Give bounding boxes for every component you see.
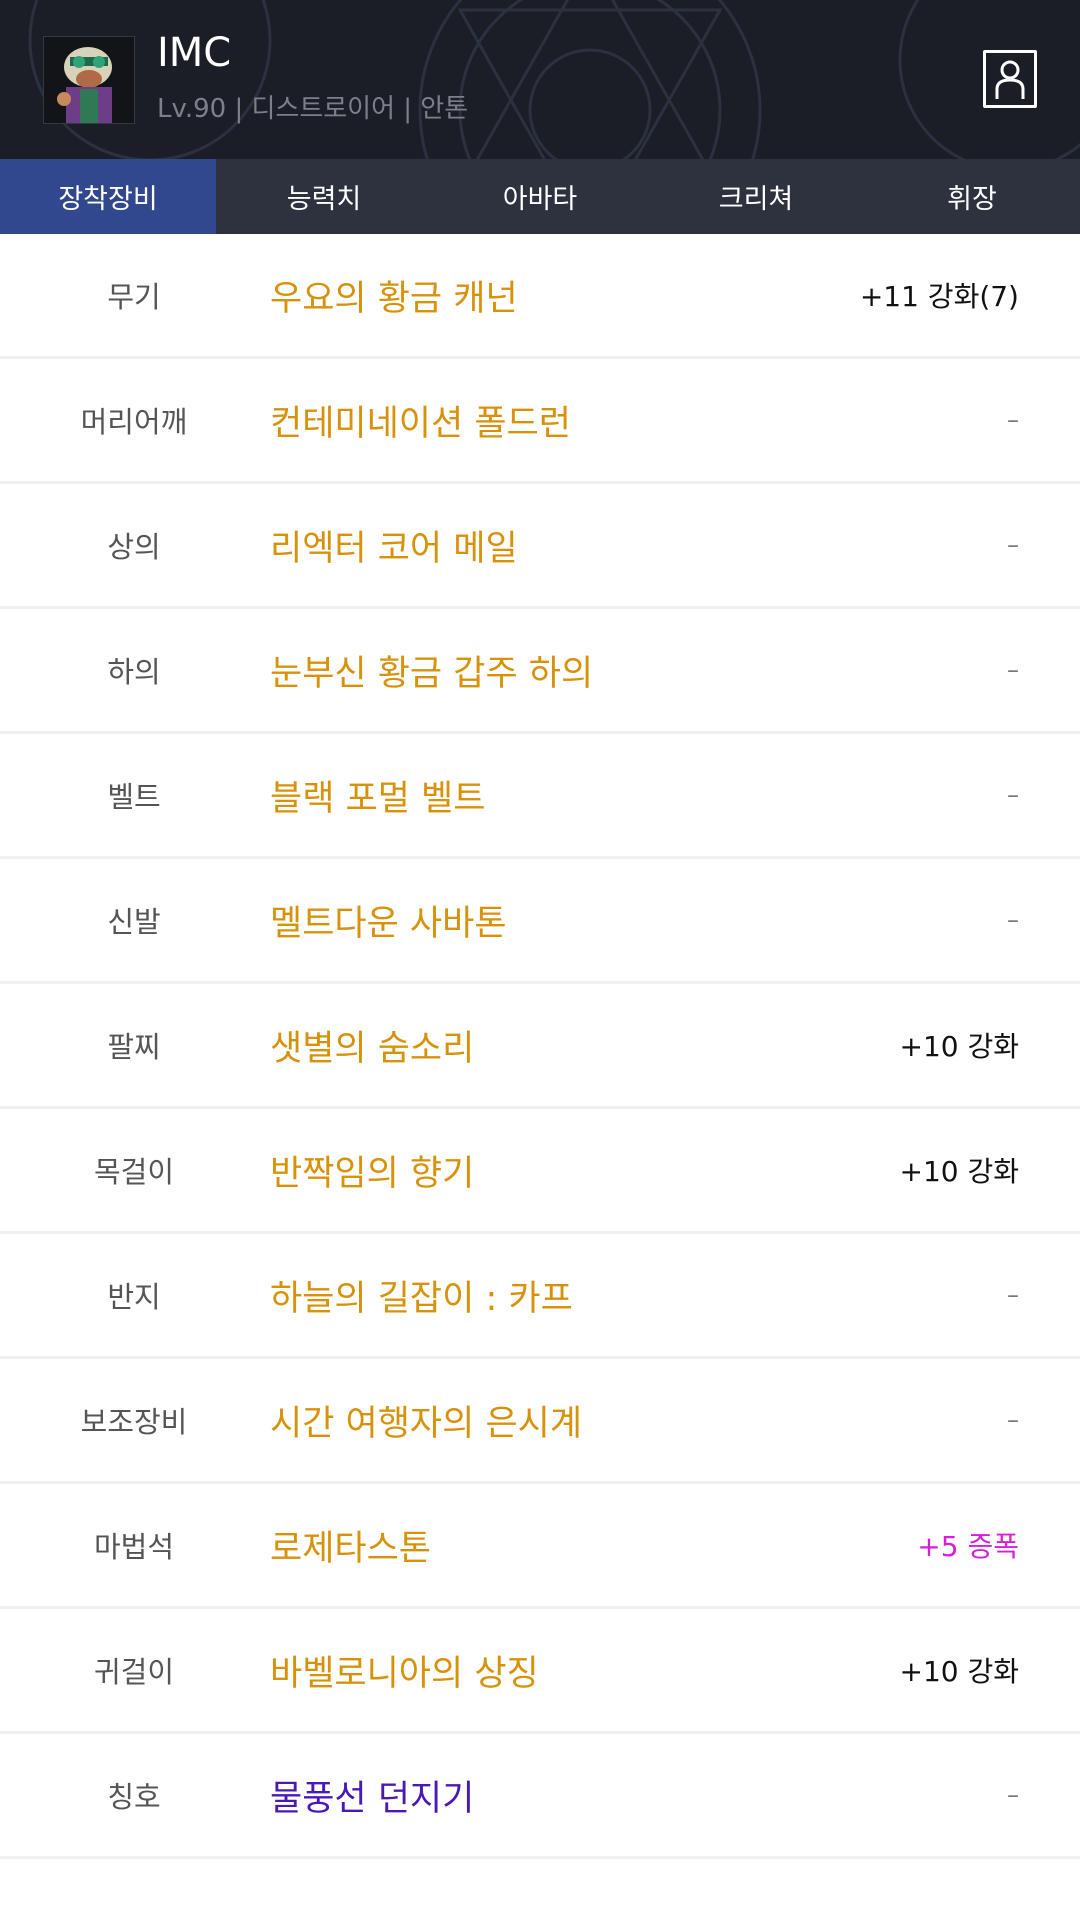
slot-label: 반지 (107, 1280, 161, 1314)
slot-label: 보조장비 (80, 1405, 188, 1439)
item-reinforce: – (1007, 406, 1019, 434)
profile-button[interactable] (983, 50, 1037, 108)
tab-emblem[interactable]: 휘장 (864, 159, 1080, 234)
item-name: 반짝임의 향기 (270, 1153, 475, 1194)
character-name: IMC (157, 30, 232, 76)
item-reinforce: – (1007, 781, 1019, 809)
item-reinforce: – (1007, 1281, 1019, 1309)
equipment-row-shoes[interactable]: 신발 멜트다운 사바톤 – (0, 859, 1080, 984)
tab-stats[interactable]: 능력치 (216, 159, 432, 234)
item-reinforce: +10 강화 (899, 1655, 1019, 1688)
slot-label: 칭호 (107, 1780, 161, 1814)
equipment-row-weapon[interactable]: 무기 우요의 황금 캐넌 +11 강화(7) (0, 234, 1080, 359)
item-amplify: +5 증폭 (917, 1530, 1019, 1563)
equipment-row-title[interactable]: 칭호 물풍선 던지기 – (0, 1734, 1080, 1859)
tab-creature[interactable]: 크리쳐 (648, 159, 864, 234)
equipment-row-bottom[interactable]: 하의 눈부신 황금 갑주 하의 – (0, 609, 1080, 734)
equipment-row-belt[interactable]: 벨트 블랙 포멀 벨트 – (0, 734, 1080, 859)
item-reinforce: – (1007, 906, 1019, 934)
person-icon (995, 60, 1025, 99)
slot-label: 머리어깨 (80, 405, 188, 439)
character-portrait-icon (44, 37, 134, 123)
item-reinforce: – (1007, 531, 1019, 559)
item-name: 리엑터 코어 메일 (270, 528, 518, 569)
item-reinforce: +10 강화 (899, 1155, 1019, 1188)
slot-label: 귀걸이 (93, 1655, 175, 1689)
character-info: Lv.90 | 디스트로이어 | 안톤 (157, 94, 469, 124)
header-background-pattern (28, 0, 1080, 159)
item-name: 샛별의 숨소리 (270, 1028, 475, 1069)
equipment-row-necklace[interactable]: 목걸이 반짝임의 향기 +10 강화 (0, 1109, 1080, 1234)
slot-label: 팔찌 (107, 1030, 161, 1064)
equipment-list: 무기 우요의 황금 캐넌 +11 강화(7) 머리어깨 컨테미네이션 폴드런 –… (0, 234, 1080, 1859)
equipment-row-ring[interactable]: 반지 하늘의 길잡이 : 카프 – (0, 1234, 1080, 1359)
tab-bar: 장착장비 능력치 아바타 크리쳐 휘장 (0, 159, 1080, 234)
item-name: 우요의 황금 캐넌 (270, 278, 518, 319)
item-name: 컨테미네이션 폴드런 (270, 403, 571, 444)
item-name: 물풍선 던지기 (270, 1778, 475, 1819)
slot-label: 목걸이 (93, 1155, 175, 1189)
item-name: 로제타스톤 (270, 1528, 432, 1569)
equipment-row-earring[interactable]: 귀걸이 바벨로니아의 상징 +10 강화 (0, 1609, 1080, 1734)
item-name: 시간 여행자의 은시계 (270, 1403, 583, 1444)
equipment-row-shoulder[interactable]: 머리어깨 컨테미네이션 폴드런 – (0, 359, 1080, 484)
item-name: 바벨로니아의 상징 (270, 1653, 539, 1694)
slot-label: 마법석 (93, 1530, 175, 1564)
item-name: 하늘의 길잡이 : 카프 (270, 1278, 573, 1319)
item-reinforce: – (1007, 1406, 1019, 1434)
item-reinforce: – (1007, 656, 1019, 684)
character-avatar (43, 36, 135, 124)
item-reinforce: +10 강화 (899, 1030, 1019, 1063)
item-name: 멜트다운 사바톤 (270, 903, 507, 944)
profile-header: IMC Lv.90 | 디스트로이어 | 안톤 (0, 0, 1080, 159)
item-name: 눈부신 황금 갑주 하의 (270, 653, 594, 694)
slot-label: 상의 (107, 530, 161, 564)
slot-label: 신발 (107, 905, 161, 939)
tab-equipment[interactable]: 장착장비 (0, 159, 216, 234)
equipment-row-magicstone[interactable]: 마법석 로제타스톤 +5 증폭 (0, 1484, 1080, 1609)
equipment-row-bracelet[interactable]: 팔찌 샛별의 숨소리 +10 강화 (0, 984, 1080, 1109)
slot-label: 벨트 (107, 780, 161, 814)
item-reinforce: – (1007, 1781, 1019, 1809)
equipment-row-subequip[interactable]: 보조장비 시간 여행자의 은시계 – (0, 1359, 1080, 1484)
tab-avatar[interactable]: 아바타 (432, 159, 648, 234)
item-reinforce: +11 강화(7) (859, 280, 1019, 313)
equipment-row-top[interactable]: 상의 리엑터 코어 메일 – (0, 484, 1080, 609)
slot-label: 하의 (107, 655, 161, 689)
item-name: 블랙 포멀 벨트 (270, 778, 486, 819)
slot-label: 무기 (107, 280, 161, 314)
